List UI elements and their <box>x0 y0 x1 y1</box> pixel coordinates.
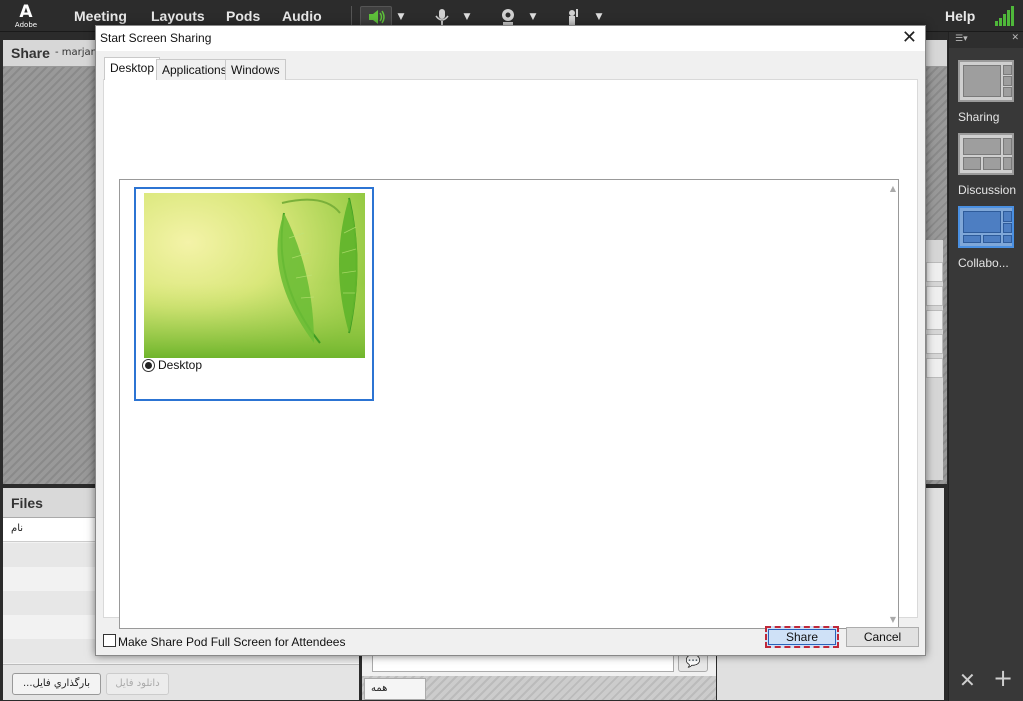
adobe-logo-text: Adobe <box>14 21 38 29</box>
menu-pods[interactable]: Pods <box>226 8 260 24</box>
cancel-button[interactable]: Cancel <box>846 627 919 647</box>
files-pod-title: Files <box>11 495 43 511</box>
layout-discussion-label: Discussion <box>958 183 1017 197</box>
dialog-title: Start Screen Sharing <box>100 31 212 45</box>
share-button[interactable]: Share <box>765 626 839 648</box>
desktop-item-label: Desktop <box>158 358 203 372</box>
add-layout-icon[interactable]: + <box>993 664 1013 692</box>
download-file-button: دانلود فايل <box>106 673 169 695</box>
fullscreen-checkbox[interactable] <box>103 634 116 647</box>
fullscreen-checkbox-label[interactable]: Make Share Pod Full Screen for Attendees <box>118 635 345 649</box>
layout-sharing-label: Sharing <box>958 110 1000 124</box>
share-pod-title: Share <box>11 45 50 61</box>
layout-discussion-thumbnail <box>958 133 1014 175</box>
menu-layouts[interactable]: Layouts <box>151 8 205 24</box>
adobe-logo-mark: A <box>19 2 33 22</box>
layout-collaboration-thumbnail <box>958 206 1014 248</box>
right-pod-row <box>926 310 943 330</box>
connection-signal-icon <box>995 6 1017 26</box>
right-pod-row <box>926 358 943 378</box>
adobe-logo: A Adobe <box>14 3 38 30</box>
sidebar-close-icon[interactable]: ✕ <box>1011 33 1019 43</box>
files-pod-footer: ...بارگذاري فايل دانلود فايل <box>3 664 359 700</box>
layout-sharing[interactable]: Sharing <box>958 60 1016 124</box>
dialog-titlebar: Start Screen Sharing ✕ <box>96 26 925 51</box>
right-pod-row <box>926 262 943 282</box>
scroll-down-icon[interactable]: ▼ <box>890 615 896 624</box>
files-column-name: نام <box>11 523 24 534</box>
desktop-share-item[interactable]: Desktop <box>134 187 374 401</box>
speaker-icon <box>369 10 385 24</box>
layout-sharing-thumbnail <box>958 60 1014 102</box>
menu-audio[interactable]: Audio <box>282 8 322 24</box>
layouts-sidebar: ☰▾ ✕ Sharing Discussion Collabo... ✕ + <box>948 32 1023 701</box>
layout-collaboration[interactable]: Collabo... <box>958 206 1016 270</box>
right-pod-row <box>926 334 943 354</box>
tab-windows[interactable]: Windows <box>225 59 286 80</box>
scroll-up-icon[interactable]: ▲ <box>890 184 896 193</box>
menu-help[interactable]: Help <box>945 8 975 24</box>
upload-file-button[interactable]: ...بارگذاري فايل <box>12 673 101 695</box>
sidebar-toolbar: ☰▾ ✕ <box>949 32 1023 48</box>
layout-discussion[interactable]: Discussion <box>958 133 1016 197</box>
share-source-list: ▲ ▼ Desktop <box>119 179 899 629</box>
close-icon[interactable]: ✕ <box>902 28 917 48</box>
menu-meeting[interactable]: Meeting <box>74 8 127 24</box>
tab-panel: ▲ ▼ Desktop <box>103 79 918 629</box>
chat-tab-everyone[interactable]: همه <box>364 678 426 700</box>
right-pod-row <box>926 286 943 306</box>
start-screen-sharing-dialog: Start Screen Sharing ✕ ▲ ▼ Desktop Deskt… <box>95 25 926 656</box>
desktop-thumbnail <box>144 193 365 358</box>
sidebar-menu-icon[interactable]: ☰▾ <box>955 34 968 44</box>
desktop-radio[interactable] <box>142 359 155 372</box>
tab-applications[interactable]: Applications <box>156 59 233 80</box>
share-pod-subtitle: - marjan <box>55 47 98 58</box>
layout-collaboration-label: Collabo... <box>958 256 1009 270</box>
tab-desktop[interactable]: Desktop <box>104 57 161 80</box>
delete-layout-icon[interactable]: ✕ <box>959 668 976 692</box>
